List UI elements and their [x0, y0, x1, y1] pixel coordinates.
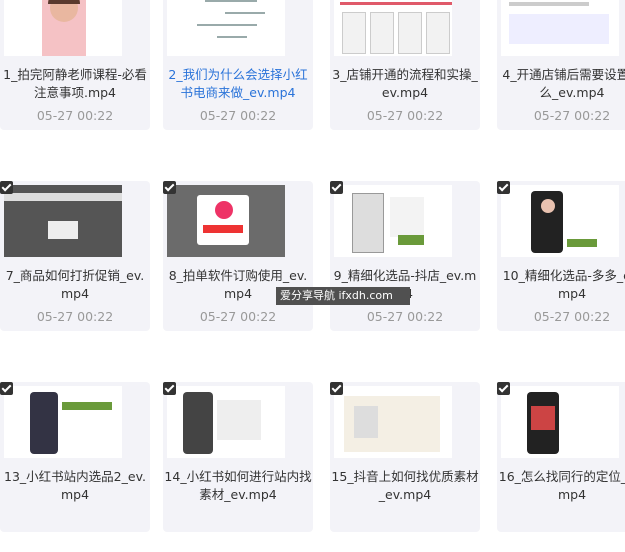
video-thumbnail[interactable]	[167, 386, 285, 458]
watermark-text: 爱分享导航 ifxdh.com	[280, 289, 393, 302]
file-card[interactable]: 2_我们为什么会选择小红书电商来做_ev.mp4 05-27 00:22	[163, 0, 325, 150]
checkbox-checked-icon[interactable]	[497, 382, 510, 395]
file-date: 05-27 00:22	[533, 108, 611, 123]
watermark-overlay: 爱分享导航 ifxdh.com	[276, 287, 410, 305]
checkbox-checked-icon[interactable]	[0, 181, 13, 194]
file-date: 05-27 00:22	[533, 309, 611, 324]
video-thumbnail[interactable]	[501, 0, 619, 56]
file-date: 05-27 00:22	[36, 309, 114, 324]
file-date: 05-27 00:22	[366, 108, 444, 123]
video-thumbnail[interactable]	[501, 386, 619, 458]
file-card[interactable]: 8_拍单软件订购使用_ev.mp4 05-27 00:22	[163, 181, 325, 351]
checkbox-checked-icon[interactable]	[497, 181, 510, 194]
checkbox-checked-icon[interactable]	[0, 382, 13, 395]
file-card[interactable]: 7_商品如何打折促销_ev.mp4 05-27 00:22	[0, 181, 162, 351]
file-card[interactable]: 4_开通店铺后需要设置什么_ev.mp4 05-27 00:22	[497, 0, 625, 150]
video-thumbnail[interactable]	[334, 386, 452, 458]
file-date: 05-27 00:22	[199, 309, 277, 324]
checkbox-checked-icon[interactable]	[163, 181, 176, 194]
video-thumbnail[interactable]	[167, 0, 285, 56]
file-name[interactable]: 3_店铺开通的流程和实操_ev.mp4	[330, 66, 480, 102]
video-thumbnail[interactable]	[334, 185, 452, 257]
video-thumbnail[interactable]	[167, 185, 285, 257]
video-thumbnail[interactable]	[4, 386, 122, 458]
file-name[interactable]: 16_怎么找同行的定位_ev.mp4	[497, 468, 625, 504]
file-card[interactable]: 9_精细化选品-抖店_ev.mp4 05-27 00:22	[330, 181, 492, 351]
file-name[interactable]: 14_小红书如何进行站内找素材_ev.mp4	[163, 468, 313, 504]
video-thumbnail[interactable]	[4, 185, 122, 257]
file-name[interactable]: 2_我们为什么会选择小红书电商来做_ev.mp4	[163, 66, 313, 102]
video-thumbnail[interactable]	[501, 185, 619, 257]
video-thumbnail[interactable]	[4, 0, 122, 56]
file-name[interactable]: 13_小红书站内选品2_ev.mp4	[0, 468, 150, 504]
file-card[interactable]: 3_店铺开通的流程和实操_ev.mp4 05-27 00:22	[330, 0, 492, 150]
video-thumbnail[interactable]	[334, 0, 452, 56]
checkbox-checked-icon[interactable]	[163, 382, 176, 395]
file-name[interactable]: 15_抖音上如何找优质素材_ev.mp4	[330, 468, 480, 504]
file-card[interactable]: 10_精细化选品-多多_ev.mp4 05-27 00:22	[497, 181, 625, 351]
file-name[interactable]: 10_精细化选品-多多_ev.mp4	[497, 267, 625, 303]
checkbox-checked-icon[interactable]	[330, 181, 343, 194]
file-name[interactable]: 4_开通店铺后需要设置什么_ev.mp4	[497, 66, 625, 102]
file-name[interactable]: 1_拍完阿静老师课程-必看注意事项.mp4	[0, 66, 150, 102]
file-card[interactable]: 1_拍完阿静老师课程-必看注意事项.mp4 05-27 00:22	[0, 0, 162, 150]
file-name[interactable]: 7_商品如何打折促销_ev.mp4	[0, 267, 150, 303]
checkbox-checked-icon[interactable]	[330, 382, 343, 395]
file-date: 05-27 00:22	[366, 309, 444, 324]
file-date: 05-27 00:22	[36, 108, 114, 123]
file-date: 05-27 00:22	[199, 108, 277, 123]
